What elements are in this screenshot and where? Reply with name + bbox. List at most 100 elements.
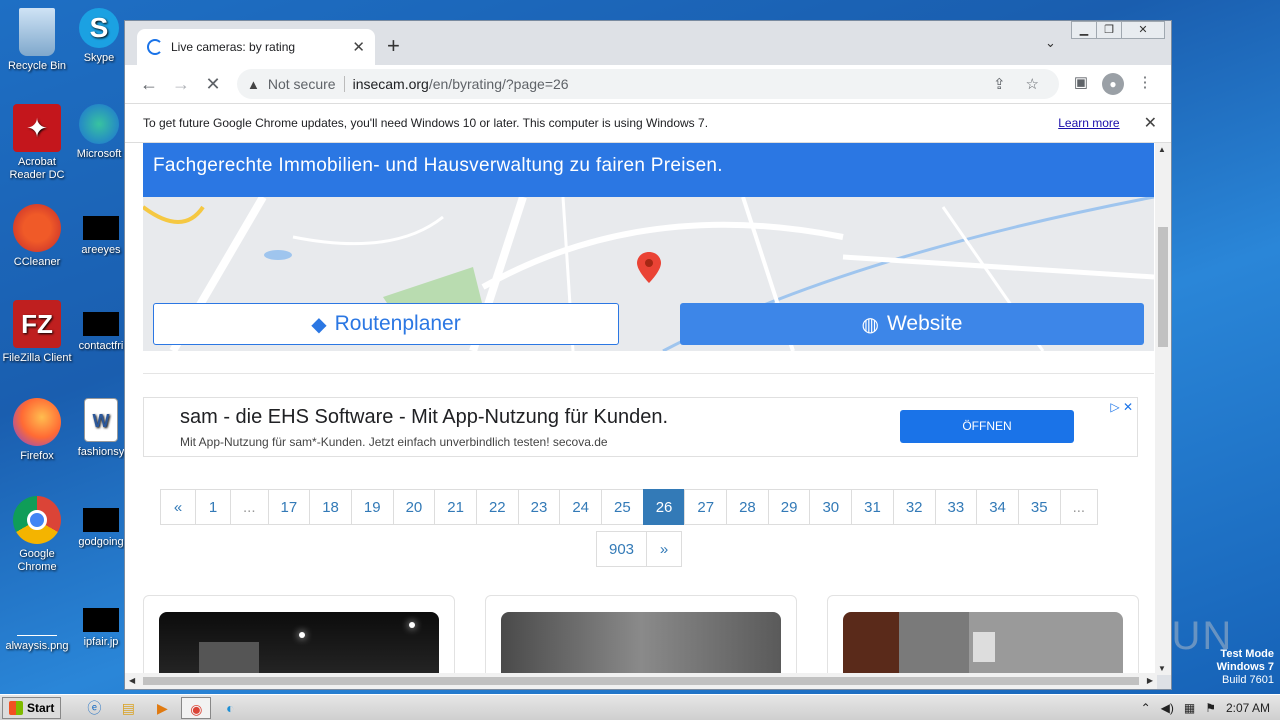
route-planner-button[interactable]: ◆ Routenplaner	[153, 303, 619, 345]
desktop-icon-chrome[interactable]: Google Chrome	[0, 496, 74, 574]
profile-avatar-icon[interactable]: ●	[1102, 73, 1124, 95]
not-secure-label[interactable]: Not secure	[268, 76, 345, 92]
page-link[interactable]: 22	[475, 489, 519, 525]
map-ad-banner: Fachgerechte Immobilien- und Hausverwalt…	[143, 143, 1154, 197]
vertical-scrollbar[interactable]: ▲ ▼	[1155, 143, 1171, 675]
desktop-icon-recycle-bin[interactable]: Recycle Bin	[0, 8, 74, 73]
page-link-last[interactable]: 903	[596, 531, 648, 567]
scroll-left-icon[interactable]: ◀	[129, 676, 135, 685]
desktop-icon-filezilla[interactable]: FZ FileZilla Client	[0, 300, 74, 365]
desktop-icon-ipfair[interactable]: ipfair.jp	[74, 596, 128, 649]
page-next[interactable]: »	[646, 531, 683, 567]
infobar-close-icon[interactable]: ✕	[1144, 113, 1157, 133]
watermark-line: Build 7601	[1222, 674, 1274, 686]
page-link-current[interactable]: 26	[642, 489, 686, 525]
ad-subline: Mit App-Nutzung für sam*-Kunden. Jetzt e…	[180, 435, 608, 449]
back-arrow-icon[interactable]: ←	[133, 74, 165, 95]
desktop-icon-firefox[interactable]: Firefox	[0, 398, 74, 463]
warning-triangle-icon[interactable]: ▲	[247, 77, 260, 92]
page-link[interactable]: 20	[392, 489, 436, 525]
page-link[interactable]: 17	[267, 489, 311, 525]
desktop-icon-areeyes[interactable]: areeyes	[74, 204, 128, 257]
volume-icon[interactable]: ◀)	[1161, 701, 1174, 715]
scroll-down-icon[interactable]: ▼	[1158, 664, 1166, 673]
camera-card[interactable]	[485, 595, 797, 675]
camera-card[interactable]	[143, 595, 455, 675]
url-text[interactable]: insecam.org/en/byrating/?page=26	[353, 76, 993, 92]
page-link[interactable]: 34	[976, 489, 1019, 525]
camera-thumbnail[interactable]	[843, 612, 1123, 675]
tray-expand-icon[interactable]: ⌃	[1141, 701, 1151, 715]
map-ad[interactable]: Fachgerechte Immobilien- und Hausverwalt…	[143, 143, 1154, 351]
chrome-taskbar-icon[interactable]: ◉	[181, 696, 212, 719]
page-link[interactable]: 33	[934, 489, 978, 525]
minimize-button[interactable]: ▁	[1071, 21, 1097, 39]
flag-icon[interactable]: ⚑	[1205, 701, 1216, 715]
desktop-icon-contactfri[interactable]: contactfri	[74, 300, 128, 353]
page-link[interactable]: 31	[851, 489, 894, 525]
text-ad[interactable]: sam - die EHS Software - Mit App-Nutzung…	[143, 397, 1138, 457]
page-link[interactable]: 23	[517, 489, 561, 525]
page-link[interactable]: 25	[601, 489, 644, 525]
page-link[interactable]: 21	[434, 489, 477, 525]
page-link[interactable]: 30	[809, 489, 853, 525]
globe-icon: ◍	[861, 313, 879, 336]
media-player-icon[interactable]: ▶	[147, 697, 177, 719]
maximize-button[interactable]: ❐	[1096, 21, 1122, 39]
tab-live-cameras[interactable]: Live cameras: by rating ✕	[137, 29, 375, 65]
scroll-right-icon[interactable]: ▶	[1147, 676, 1153, 685]
desktop-icon-skype[interactable]: S Skype	[74, 8, 124, 65]
side-panel-icon[interactable]: ▣	[1065, 73, 1097, 95]
page-link[interactable]: 18	[309, 489, 352, 525]
file-explorer-icon[interactable]: ▤	[113, 697, 143, 719]
desktop-icon-ccleaner[interactable]: CCleaner	[0, 204, 74, 269]
scroll-up-icon[interactable]: ▲	[1158, 145, 1166, 154]
page-viewport: Fachgerechte Immobilien- und Hausverwalt…	[125, 143, 1157, 675]
learn-more-link[interactable]: Learn more	[1058, 116, 1119, 130]
skype-icon: S	[79, 8, 119, 48]
page-link[interactable]: 28	[726, 489, 769, 525]
page-link[interactable]: 19	[350, 489, 394, 525]
camera-thumbnail[interactable]	[501, 612, 781, 675]
stop-loading-icon[interactable]: ✕	[197, 74, 229, 95]
toolbar-right: ▣ ● ⋮	[1065, 73, 1161, 95]
edge-taskbar-icon[interactable]: ◐	[215, 697, 245, 719]
desktop-icon-acrobat[interactable]: ✦ Acrobat Reader DC	[0, 104, 74, 182]
page-link[interactable]: 1	[195, 489, 231, 525]
share-icon[interactable]: ⇪	[993, 75, 1006, 93]
adchoices-icon[interactable]: ▷ ✕	[1110, 400, 1133, 414]
camera-card[interactable]	[827, 595, 1139, 675]
clock[interactable]: 2:07 AM	[1226, 701, 1270, 715]
scrollbar-thumb[interactable]	[143, 677, 1139, 685]
tab-search-chevron-down-icon[interactable]: ⌄	[1045, 35, 1056, 51]
page-prev[interactable]: «	[160, 489, 196, 525]
new-tab-button[interactable]: +	[387, 33, 400, 59]
page-link[interactable]: 24	[559, 489, 603, 525]
ad-headline[interactable]: sam - die EHS Software - Mit App-Nutzung…	[180, 406, 668, 429]
desktop-icon-godgoing[interactable]: godgoing	[74, 496, 128, 549]
desktop-icon-fashionsy[interactable]: W fashionsy	[74, 398, 128, 459]
tab-close-icon[interactable]: ✕	[352, 38, 365, 56]
scrollbar-thumb[interactable]	[1158, 227, 1168, 347]
page-link[interactable]: 27	[684, 489, 728, 525]
forward-arrow-icon[interactable]: →	[165, 74, 197, 95]
menu-kebab-icon[interactable]: ⋮	[1129, 73, 1161, 95]
horizontal-scrollbar[interactable]: ◀ ▶	[125, 673, 1157, 689]
address-bar[interactable]: ▲ Not secure insecam.org/en/byrating/?pa…	[237, 69, 1059, 99]
ad-open-button[interactable]: ÖFFNEN	[900, 410, 1074, 443]
infobar-message: To get future Google Chrome updates, you…	[143, 116, 709, 130]
website-button[interactable]: ◍ Website	[680, 303, 1144, 345]
page-link[interactable]: 32	[892, 489, 936, 525]
page-link[interactable]: 29	[767, 489, 811, 525]
page-link[interactable]: 35	[1017, 489, 1061, 525]
bookmark-star-icon[interactable]: ☆	[1026, 75, 1039, 93]
desktop-icon-edge[interactable]: Microsoft	[74, 104, 124, 161]
window-controls: ▁ ❐ ✕	[1071, 21, 1165, 39]
start-button[interactable]: Start	[2, 696, 62, 719]
internet-explorer-icon[interactable]: ⓔ	[79, 697, 109, 719]
window-close-button[interactable]: ✕	[1121, 21, 1165, 39]
desktop-icon-label: Microsoft	[76, 148, 122, 160]
camera-thumbnail[interactable]	[159, 612, 439, 675]
desktop-icon-alwaysis[interactable]: alwaysis.png	[0, 596, 74, 653]
network-icon[interactable]: ▦	[1184, 701, 1195, 715]
